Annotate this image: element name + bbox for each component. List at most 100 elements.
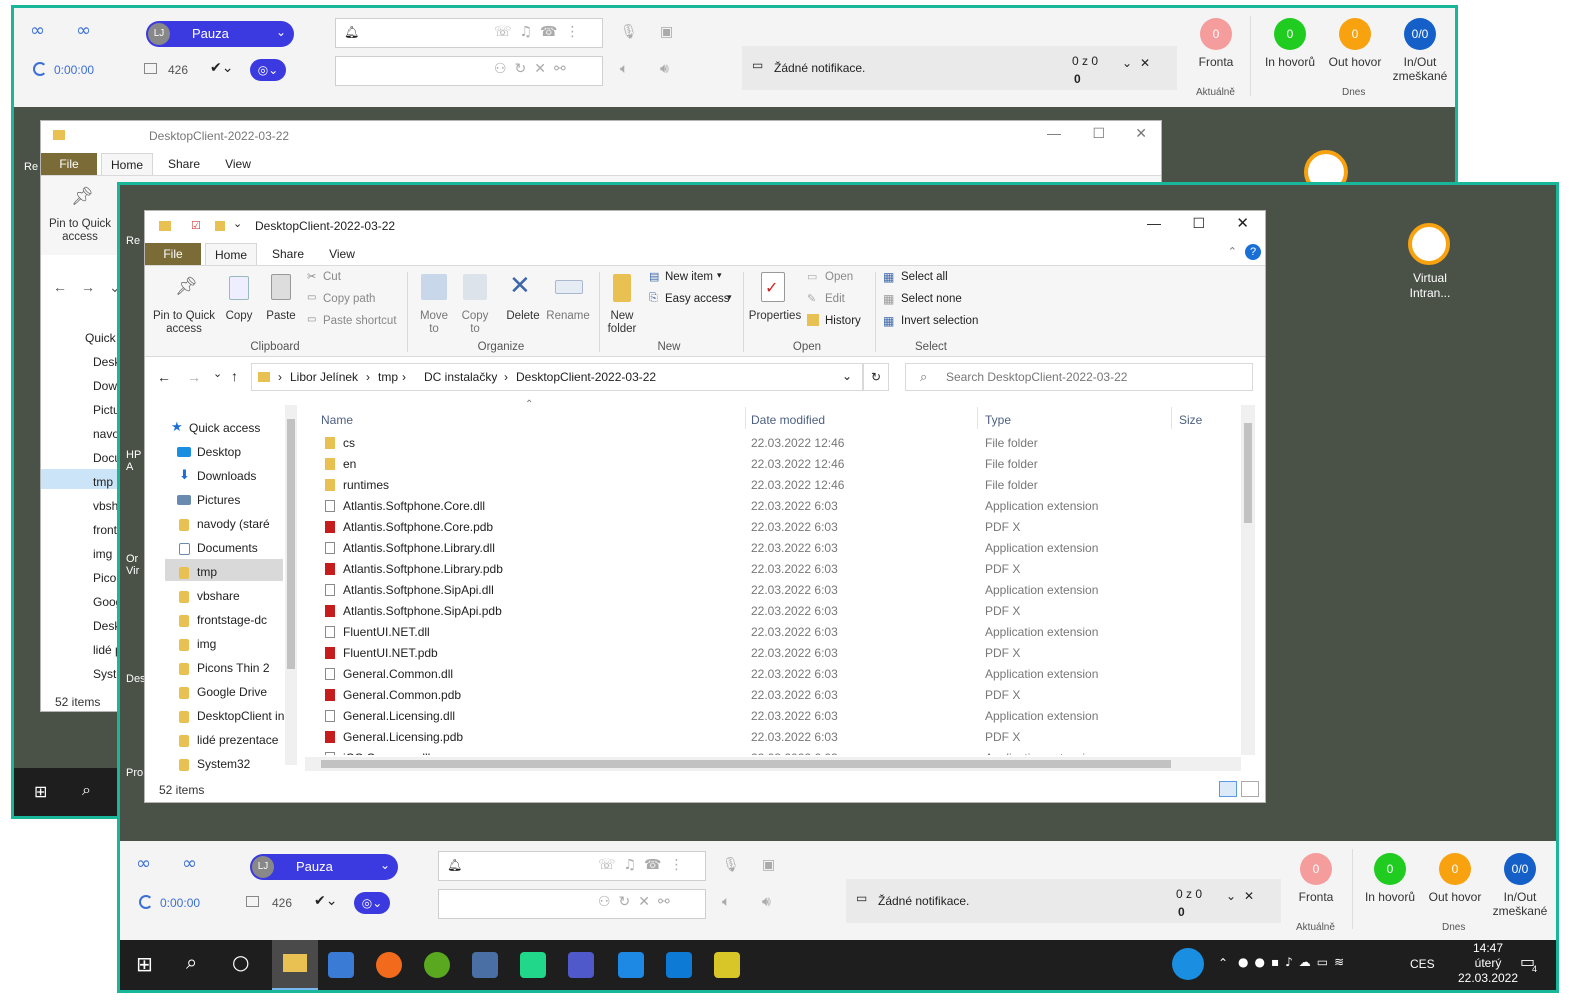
cut-button[interactable]: Cut — [323, 271, 341, 283]
refresh-button[interactable]: ↻ — [863, 363, 889, 391]
file-explorer-taskbar-icon[interactable] — [272, 940, 318, 990]
copy-path-button[interactable]: Copy path — [323, 293, 375, 305]
file-row[interactable]: Atlantis.Softphone.SipApi.pdb 22.03.2022 … — [305, 601, 1241, 622]
breadcrumb-item[interactable]: DesktopClient-2022-03-22 — [516, 370, 656, 384]
quick-access-dropdown-icon[interactable]: ⌄ — [233, 217, 242, 230]
address-bar[interactable]: › Libor Jelínek › tmp › DC instalačky › … — [251, 363, 863, 391]
nav-item-downloads[interactable]: Downloads — [197, 469, 256, 483]
search-icon[interactable]: ⌕ — [82, 780, 91, 800]
microphone-icon[interactable]: 🎙︎ — [722, 857, 740, 873]
copy-button[interactable]: Copy — [221, 310, 257, 323]
close-icon[interactable]: ✕ — [1140, 56, 1150, 70]
check-dropdown-icon[interactable]: ✔⌄ — [314, 893, 337, 909]
tab-file[interactable]: File — [145, 243, 201, 265]
nav-item-tmp[interactable]: tmp — [197, 565, 217, 579]
close-button[interactable]: ✕ — [1236, 214, 1249, 232]
copy-to-button[interactable]: Copy to — [457, 310, 493, 336]
mode-dropdown[interactable]: ◎⌄ — [250, 59, 286, 81]
volume-down-icon[interactable]: 🔈︎ — [722, 894, 730, 910]
maximize-button[interactable]: ☐ — [1192, 215, 1205, 232]
column-name[interactable]: Name — [321, 413, 353, 427]
search-input[interactable]: ⌕ Search DesktopClient-2022-03-22 — [905, 363, 1253, 391]
close-icon[interactable]: ✕ — [1244, 889, 1254, 903]
tab-file[interactable]: File — [41, 153, 97, 175]
properties-button[interactable]: Properties — [745, 310, 805, 323]
nav-item[interactable]: Dow — [93, 379, 117, 393]
windows-start-icon[interactable]: ⊞ — [136, 952, 153, 976]
status-dropdown[interactable]: LJ Pauza ⌄ — [146, 21, 294, 47]
nav-scrollbar[interactable] — [285, 405, 297, 765]
file-row[interactable]: Atlantis.Softphone.SipApi.dll 22.03.2022 … — [305, 580, 1241, 601]
transfer-action-icons[interactable]: ⚇↻✕⚯ — [598, 894, 678, 910]
nav-item-documents[interactable]: Documents — [197, 541, 258, 555]
chevron-down-icon[interactable]: ⌄ — [842, 369, 852, 383]
file-row[interactable]: en 22.03.2022 12:46 File folder — [305, 454, 1241, 475]
nav-quick-access[interactable]: Quick — [85, 331, 116, 345]
move-to-button[interactable]: Move to — [415, 310, 453, 336]
column-size[interactable]: Size — [1179, 413, 1202, 427]
app-taskbar-icon[interactable] — [472, 952, 498, 978]
nav-quick-access[interactable]: Quick access — [189, 421, 260, 435]
nav-item-folder[interactable]: Google Drive — [197, 685, 267, 699]
app-taskbar-icon[interactable] — [714, 952, 740, 978]
nav-item[interactable]: front — [93, 523, 117, 537]
nav-item-desktop[interactable]: Desktop — [197, 445, 241, 459]
teams-taskbar-icon[interactable] — [568, 952, 594, 978]
pycharm-taskbar-icon[interactable] — [520, 952, 546, 978]
pin-to-quick-access-button[interactable]: Pin to Quick access — [45, 218, 115, 244]
app-taskbar-icon[interactable] — [424, 952, 450, 978]
volume-up-icon[interactable]: 🔊︎ — [660, 61, 669, 77]
microphone-icon[interactable]: 🎙︎ — [620, 24, 638, 40]
tab-share[interactable]: Share — [159, 153, 209, 175]
app-taskbar-icon[interactable] — [618, 952, 644, 978]
transfer-action-icons[interactable]: ⚇↻✕⚯ — [494, 61, 574, 77]
breadcrumb-item[interactable]: DC instalačky — [424, 370, 497, 384]
virtual-intranet-icon[interactable] — [1408, 223, 1450, 265]
screen-icon[interactable]: ▣ — [660, 24, 673, 40]
volume-down-icon[interactable]: 🔈︎ — [620, 61, 628, 77]
minimize-button[interactable]: — — [1147, 215, 1161, 231]
column-date-modified[interactable]: Date modified — [751, 413, 825, 427]
nav-item-folder[interactable]: frontstage-dc — [197, 613, 267, 627]
recent-dropdown-icon[interactable]: ⌄ — [213, 367, 222, 380]
nav-item[interactable]: img — [93, 547, 112, 561]
nav-item[interactable]: navo — [93, 427, 119, 441]
file-row[interactable]: iCC.Common.dll 22.03.2022 6:03 Application… — [305, 748, 1241, 755]
help-taskbar-icon[interactable] — [1172, 948, 1204, 980]
nav-item-folder[interactable]: img — [197, 637, 216, 651]
nav-item[interactable]: vbsh — [93, 499, 118, 513]
infinity-icon[interactable]: ∞ — [76, 20, 91, 41]
new-folder-button[interactable]: New folder — [601, 310, 643, 336]
windows-start-icon[interactable]: ⊞ — [34, 782, 47, 801]
file-row[interactable]: runtimes 22.03.2022 12:46 File folder — [305, 475, 1241, 496]
nav-item-tmp[interactable]: tmp — [93, 475, 113, 489]
breadcrumb-item[interactable]: Libor Jelínek — [290, 370, 358, 384]
invert-selection-button[interactable]: Invert selection — [901, 315, 978, 327]
search-icon[interactable]: ⌕ — [186, 950, 197, 974]
file-row[interactable]: General.Licensing.pdb 22.03.2022 6:03 PDF … — [305, 727, 1241, 748]
file-row[interactable]: General.Common.dll 22.03.2022 6:03 Applica… — [305, 664, 1241, 685]
details-view-icon[interactable] — [1219, 781, 1237, 797]
easy-access-button[interactable]: Easy access — [665, 293, 730, 305]
virtual-intranet-label[interactable]: Virtual Intran... — [1398, 271, 1462, 301]
pin-to-quick-access-button[interactable]: Pin to Quick access — [149, 310, 219, 336]
clock-date[interactable]: 22.03.2022 — [1440, 971, 1536, 985]
file-row[interactable]: Atlantis.Softphone.Library.pdb 22.03.2022… — [305, 559, 1241, 580]
infinity-icon[interactable]: ∞ — [30, 20, 45, 41]
history-button[interactable]: History — [825, 315, 861, 327]
back-arrow-icon[interactable]: ← — [157, 369, 171, 385]
nav-item-folder[interactable]: lidé prezentace — [197, 733, 278, 747]
file-row[interactable]: Atlantis.Softphone.Core.pdb 22.03.2022 6:… — [305, 517, 1241, 538]
firefox-taskbar-icon[interactable] — [376, 952, 402, 978]
clock-day[interactable]: úterý — [1456, 956, 1520, 970]
file-row[interactable]: FluentUI.NET.dll 22.03.2022 6:03 Applicati… — [305, 622, 1241, 643]
collapse-icon[interactable]: ⌄ — [1226, 889, 1236, 903]
checkbox-icon[interactable]: ☑ — [191, 219, 201, 232]
file-row[interactable]: cs 22.03.2022 12:46 File folder — [305, 433, 1241, 454]
maximize-button[interactable]: ☐ — [1092, 125, 1105, 142]
infinity-icon[interactable]: ∞ — [182, 853, 197, 874]
forward-arrow-icon[interactable]: → — [187, 369, 201, 385]
vscode-taskbar-icon[interactable] — [666, 952, 692, 978]
volume-up-icon[interactable]: 🔊︎ — [762, 894, 771, 910]
up-arrow-icon[interactable]: ↑ — [231, 368, 238, 384]
